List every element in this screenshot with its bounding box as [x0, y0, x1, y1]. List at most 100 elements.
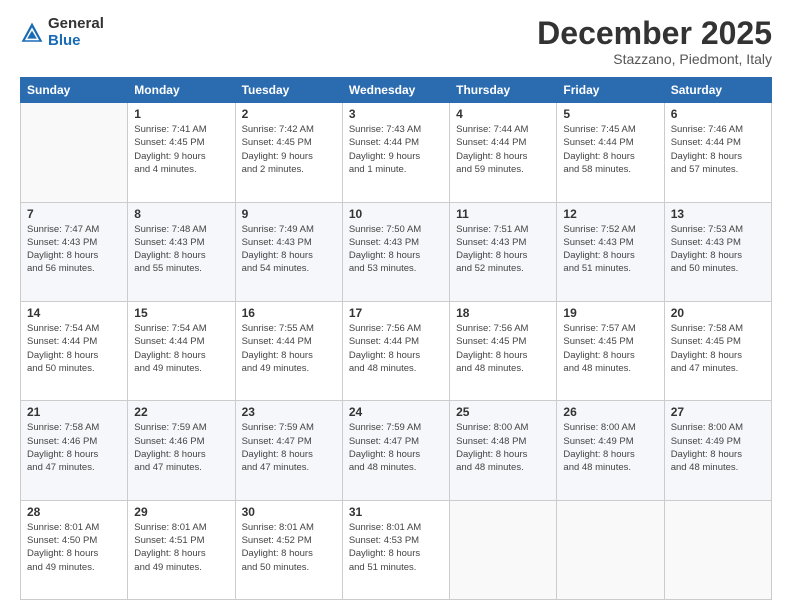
- day-info: Sunrise: 8:00 AM Sunset: 4:48 PM Dayligh…: [456, 421, 550, 474]
- day-info: Sunrise: 7:56 AM Sunset: 4:45 PM Dayligh…: [456, 322, 550, 375]
- day-info: Sunrise: 7:44 AM Sunset: 4:44 PM Dayligh…: [456, 123, 550, 176]
- logo-general: General: [48, 16, 104, 33]
- calendar-day-31: 31Sunrise: 8:01 AM Sunset: 4:53 PM Dayli…: [342, 500, 449, 599]
- day-number: 19: [563, 306, 657, 320]
- day-info: Sunrise: 8:00 AM Sunset: 4:49 PM Dayligh…: [563, 421, 657, 474]
- day-number: 24: [349, 405, 443, 419]
- logo-icon: [20, 21, 44, 45]
- day-number: 27: [671, 405, 765, 419]
- title-block: December 2025 Stazzano, Piedmont, Italy: [537, 16, 772, 67]
- day-number: 3: [349, 107, 443, 121]
- calendar-day-5: 5 Sunrise: 7:45 AM Sunset: 4:44 PM Daylig…: [557, 103, 664, 202]
- day-info: Sunrise: 7:45 AM Sunset: 4:44 PM Dayligh…: [563, 123, 657, 176]
- day-number: 13: [671, 207, 765, 221]
- calendar-day-4: 4Sunrise: 7:44 AM Sunset: 4:44 PM Daylig…: [450, 103, 557, 202]
- day-header-wednesday: Wednesday: [342, 78, 449, 103]
- calendar-day-14: 14 Sunrise: 7:54 AM Sunset: 4:44 PM Dayli…: [21, 301, 128, 400]
- day-number: 12: [563, 207, 657, 221]
- day-header-monday: Monday: [128, 78, 235, 103]
- calendar-day-19: 19 Sunrise: 7:57 AM Sunset: 4:45 PM Dayli…: [557, 301, 664, 400]
- calendar-day-2: 2 Sunrise: 7:42 AM Sunset: 4:45 PM Daylig…: [235, 103, 342, 202]
- calendar-day-6: 6 Sunrise: 7:46 AM Sunset: 4:44 PM Daylig…: [664, 103, 771, 202]
- calendar-day-23: 23 Sunrise: 7:59 AM Sunset: 4:47 PM Dayli…: [235, 401, 342, 500]
- calendar-day-10: 10 Sunrise: 7:50 AM Sunset: 4:43 PM Dayli…: [342, 202, 449, 301]
- calendar-week-2: 7Sunrise: 7:47 AM Sunset: 4:43 PM Daylig…: [21, 202, 772, 301]
- day-number: 10: [349, 207, 443, 221]
- day-info: Sunrise: 7:46 AM Sunset: 4:44 PM Dayligh…: [671, 123, 765, 176]
- calendar-day-16: 16 Sunrise: 7:55 AM Sunset: 4:44 PM Dayli…: [235, 301, 342, 400]
- day-info: Sunrise: 7:59 AM Sunset: 4:46 PM Dayligh…: [134, 421, 228, 474]
- day-number: 11: [456, 207, 550, 221]
- day-number: 22: [134, 405, 228, 419]
- day-number: 9: [242, 207, 336, 221]
- calendar-day-18: 18 Sunrise: 7:56 AM Sunset: 4:45 PM Dayli…: [450, 301, 557, 400]
- day-number: 23: [242, 405, 336, 419]
- day-number: 30: [242, 505, 336, 519]
- day-info: Sunrise: 7:57 AM Sunset: 4:45 PM Dayligh…: [563, 322, 657, 375]
- day-header-saturday: Saturday: [664, 78, 771, 103]
- empty-cell: [450, 500, 557, 599]
- day-number: 28: [27, 505, 121, 519]
- calendar-week-4: 21 Sunrise: 7:58 AM Sunset: 4:46 PM Dayli…: [21, 401, 772, 500]
- logo-blue: Blue: [48, 33, 104, 50]
- day-info: Sunrise: 8:00 AM Sunset: 4:49 PM Dayligh…: [671, 421, 765, 474]
- day-header-friday: Friday: [557, 78, 664, 103]
- day-number: 18: [456, 306, 550, 320]
- day-number: 20: [671, 306, 765, 320]
- day-header-sunday: Sunday: [21, 78, 128, 103]
- calendar-day-8: 8Sunrise: 7:48 AM Sunset: 4:43 PM Daylig…: [128, 202, 235, 301]
- day-info: Sunrise: 7:54 AM Sunset: 4:44 PM Dayligh…: [134, 322, 228, 375]
- day-number: 15: [134, 306, 228, 320]
- empty-cell: [21, 103, 128, 202]
- calendar-day-20: 20 Sunrise: 7:58 AM Sunset: 4:45 PM Dayli…: [664, 301, 771, 400]
- day-number: 5: [563, 107, 657, 121]
- calendar-header-row: SundayMondayTuesdayWednesdayThursdayFrid…: [21, 78, 772, 103]
- calendar-day-1: 1 Sunrise: 7:41 AM Sunset: 4:45 PM Daylig…: [128, 103, 235, 202]
- day-number: 17: [349, 306, 443, 320]
- day-info: Sunrise: 7:42 AM Sunset: 4:45 PM Dayligh…: [242, 123, 336, 176]
- day-info: Sunrise: 7:58 AM Sunset: 4:46 PM Dayligh…: [27, 421, 121, 474]
- calendar-week-5: 28 Sunrise: 8:01 AM Sunset: 4:50 PM Dayli…: [21, 500, 772, 599]
- day-number: 14: [27, 306, 121, 320]
- month-title: December 2025: [537, 16, 772, 51]
- calendar-day-26: 26 Sunrise: 8:00 AM Sunset: 4:49 PM Dayli…: [557, 401, 664, 500]
- day-info: Sunrise: 7:41 AM Sunset: 4:45 PM Dayligh…: [134, 123, 228, 176]
- calendar-day-17: 17Sunrise: 7:56 AM Sunset: 4:44 PM Dayli…: [342, 301, 449, 400]
- day-number: 16: [242, 306, 336, 320]
- day-number: 21: [27, 405, 121, 419]
- day-info: Sunrise: 7:43 AM Sunset: 4:44 PM Dayligh…: [349, 123, 443, 176]
- location: Stazzano, Piedmont, Italy: [537, 51, 772, 67]
- day-info: Sunrise: 8:01 AM Sunset: 4:50 PM Dayligh…: [27, 521, 121, 574]
- calendar-day-7: 7Sunrise: 7:47 AM Sunset: 4:43 PM Daylig…: [21, 202, 128, 301]
- day-number: 25: [456, 405, 550, 419]
- calendar-day-9: 9 Sunrise: 7:49 AM Sunset: 4:43 PM Daylig…: [235, 202, 342, 301]
- header: General Blue December 2025 Stazzano, Pie…: [20, 16, 772, 67]
- empty-cell: [664, 500, 771, 599]
- calendar-day-3: 3 Sunrise: 7:43 AM Sunset: 4:44 PM Daylig…: [342, 103, 449, 202]
- day-info: Sunrise: 7:48 AM Sunset: 4:43 PM Dayligh…: [134, 223, 228, 276]
- page: General Blue December 2025 Stazzano, Pie…: [0, 0, 792, 612]
- calendar-day-12: 12Sunrise: 7:52 AM Sunset: 4:43 PM Dayli…: [557, 202, 664, 301]
- day-info: Sunrise: 7:50 AM Sunset: 4:43 PM Dayligh…: [349, 223, 443, 276]
- calendar-week-1: 1 Sunrise: 7:41 AM Sunset: 4:45 PM Daylig…: [21, 103, 772, 202]
- day-number: 26: [563, 405, 657, 419]
- calendar-day-11: 11Sunrise: 7:51 AM Sunset: 4:43 PM Dayli…: [450, 202, 557, 301]
- day-info: Sunrise: 7:53 AM Sunset: 4:43 PM Dayligh…: [671, 223, 765, 276]
- day-info: Sunrise: 8:01 AM Sunset: 4:51 PM Dayligh…: [134, 521, 228, 574]
- calendar-day-21: 21 Sunrise: 7:58 AM Sunset: 4:46 PM Dayli…: [21, 401, 128, 500]
- calendar-day-27: 27 Sunrise: 8:00 AM Sunset: 4:49 PM Dayli…: [664, 401, 771, 500]
- day-info: Sunrise: 7:58 AM Sunset: 4:45 PM Dayligh…: [671, 322, 765, 375]
- calendar-day-29: 29Sunrise: 8:01 AM Sunset: 4:51 PM Dayli…: [128, 500, 235, 599]
- day-info: Sunrise: 7:59 AM Sunset: 4:47 PM Dayligh…: [242, 421, 336, 474]
- day-info: Sunrise: 7:49 AM Sunset: 4:43 PM Dayligh…: [242, 223, 336, 276]
- day-number: 1: [134, 107, 228, 121]
- day-info: Sunrise: 7:59 AM Sunset: 4:47 PM Dayligh…: [349, 421, 443, 474]
- day-info: Sunrise: 7:55 AM Sunset: 4:44 PM Dayligh…: [242, 322, 336, 375]
- day-number: 6: [671, 107, 765, 121]
- day-number: 7: [27, 207, 121, 221]
- day-header-tuesday: Tuesday: [235, 78, 342, 103]
- day-number: 2: [242, 107, 336, 121]
- day-info: Sunrise: 8:01 AM Sunset: 4:53 PM Dayligh…: [349, 521, 443, 574]
- calendar-day-25: 25 Sunrise: 8:00 AM Sunset: 4:48 PM Dayli…: [450, 401, 557, 500]
- day-info: Sunrise: 7:54 AM Sunset: 4:44 PM Dayligh…: [27, 322, 121, 375]
